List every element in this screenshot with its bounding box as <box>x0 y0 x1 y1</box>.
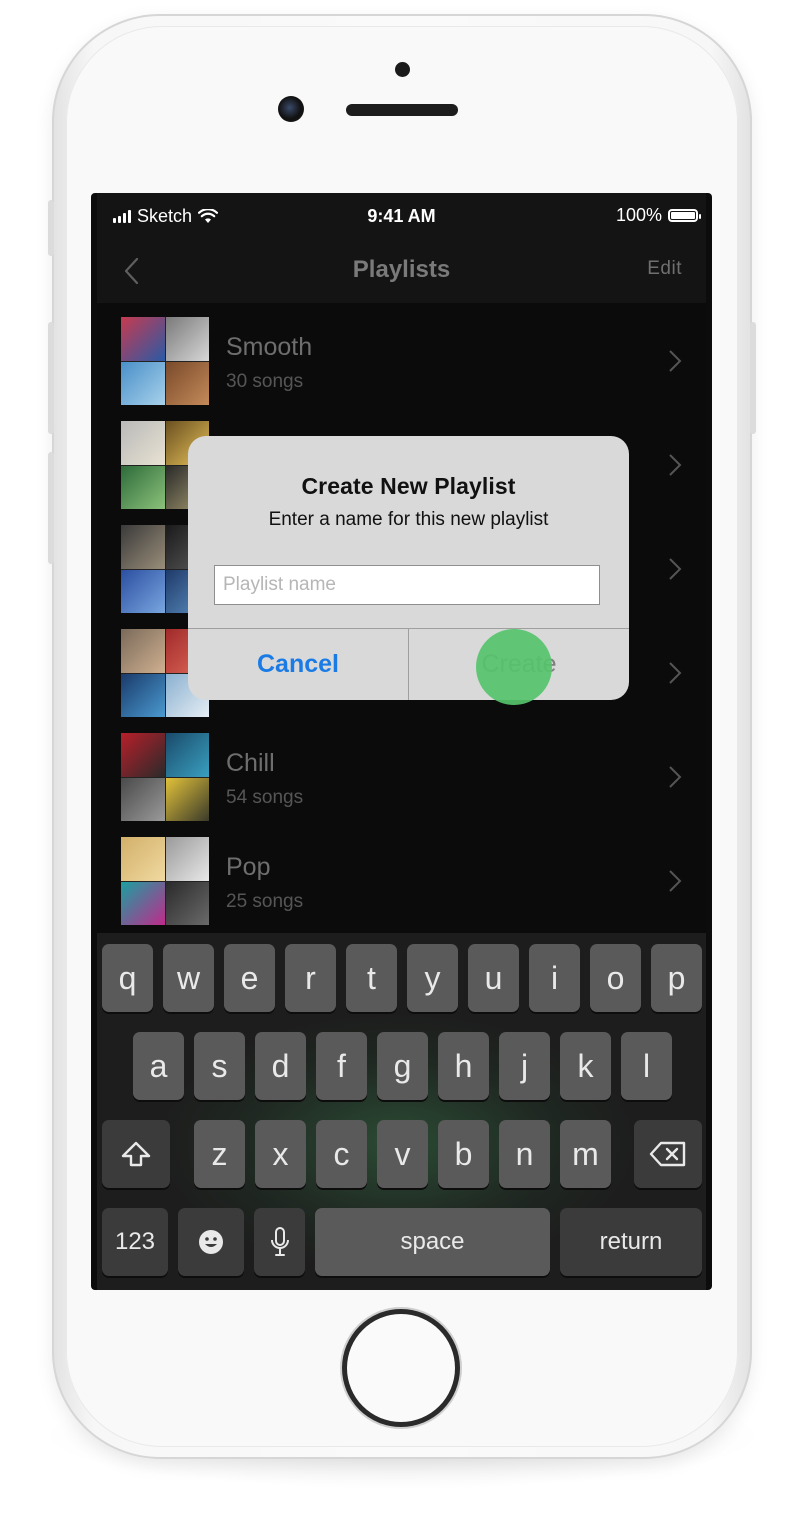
shift-key[interactable] <box>102 1120 170 1188</box>
key-x[interactable]: x <box>255 1120 306 1188</box>
playlist-song-count: 25 songs <box>226 891 304 912</box>
playlist-title: Pop <box>226 853 271 881</box>
page-title: Playlists <box>352 256 451 283</box>
chevron-right-icon <box>669 766 682 788</box>
edit-button[interactable]: Edit <box>647 258 682 280</box>
playlist-row[interactable]: Pop 25 songs <box>97 823 706 927</box>
chevron-right-icon <box>669 662 682 684</box>
proximity-sensor <box>395 62 410 77</box>
emoji-icon <box>199 1230 223 1254</box>
status-bar: Sketch 9:41 AM 100% <box>97 193 706 239</box>
cancel-button[interactable]: Cancel <box>188 629 408 700</box>
key-k[interactable]: k <box>560 1032 611 1100</box>
dialog-message: Enter a name for this new playlist <box>268 509 549 530</box>
key-r[interactable]: r <box>285 944 336 1012</box>
battery-percent: 100% <box>615 205 662 225</box>
delete-key[interactable] <box>634 1120 702 1188</box>
chevron-right-icon <box>669 350 682 372</box>
key-i[interactable]: i <box>529 944 580 1012</box>
emoji-key[interactable] <box>178 1208 244 1276</box>
playlist-song-count: 30 songs <box>226 371 304 392</box>
key-o[interactable]: o <box>590 944 641 1012</box>
chevron-right-icon <box>669 870 682 892</box>
chevron-right-icon <box>669 454 682 476</box>
key-m[interactable]: m <box>560 1120 611 1188</box>
key-q[interactable]: q <box>102 944 153 1012</box>
delete-icon <box>649 1141 686 1167</box>
key-j[interactable]: j <box>499 1032 550 1100</box>
key-l[interactable]: l <box>621 1032 672 1100</box>
power-button <box>750 322 756 434</box>
key-c[interactable]: c <box>316 1120 367 1188</box>
chevron-right-icon <box>669 558 682 580</box>
battery-icon <box>668 209 701 222</box>
key-e[interactable]: e <box>224 944 275 1012</box>
microphone-icon <box>270 1227 289 1256</box>
key-y[interactable]: y <box>407 944 458 1012</box>
playlist-title: Smooth <box>226 333 313 361</box>
navigation-bar: Playlists Edit <box>97 239 706 303</box>
key-t[interactable]: t <box>346 944 397 1012</box>
playlist-row[interactable]: Chill 54 songs <box>97 719 706 823</box>
album-art-grid <box>121 837 209 925</box>
status-right: 100% <box>615 205 701 226</box>
album-art-grid <box>121 317 209 405</box>
front-camera <box>278 96 304 122</box>
home-button[interactable] <box>347 1314 455 1422</box>
key-u[interactable]: u <box>468 944 519 1012</box>
key-a[interactable]: a <box>133 1032 184 1100</box>
album-art-grid <box>121 733 209 821</box>
playlist-title: Chill <box>226 749 275 777</box>
microphone-key[interactable] <box>254 1208 305 1276</box>
key-f[interactable]: f <box>316 1032 367 1100</box>
app-view: Sketch 9:41 AM 100% Playlists Edit Smoot… <box>97 193 706 1290</box>
key-s[interactable]: s <box>194 1032 245 1100</box>
shift-icon <box>121 1141 151 1167</box>
volume-down-button <box>48 452 54 564</box>
create-playlist-dialog: Create New Playlist Enter a name for thi… <box>188 436 629 700</box>
key-b[interactable]: b <box>438 1120 489 1188</box>
keyboard: q w e r t y u i o p a s d f g h j k l z … <box>97 933 706 1290</box>
playlist-song-count: 54 songs <box>226 787 304 808</box>
key-g[interactable]: g <box>377 1032 428 1100</box>
numbers-key[interactable]: 123 <box>102 1208 168 1276</box>
key-d[interactable]: d <box>255 1032 306 1100</box>
key-v[interactable]: v <box>377 1120 428 1188</box>
playlist-row[interactable]: Smooth 30 songs <box>97 303 706 407</box>
key-h[interactable]: h <box>438 1032 489 1100</box>
dialog-title: Create New Playlist <box>301 473 516 499</box>
screen: Sketch 9:41 AM 100% Playlists Edit Smoot… <box>91 193 712 1290</box>
return-key[interactable]: return <box>560 1208 702 1276</box>
volume-up-button <box>48 322 54 434</box>
earpiece-speaker <box>346 104 458 116</box>
playlist-name-input[interactable] <box>214 565 600 605</box>
status-time: 9:41 AM <box>367 206 436 226</box>
create-button[interactable]: Create <box>409 629 629 700</box>
key-z[interactable]: z <box>194 1120 245 1188</box>
mute-switch <box>48 200 54 256</box>
key-p[interactable]: p <box>651 944 702 1012</box>
key-w[interactable]: w <box>163 944 214 1012</box>
key-n[interactable]: n <box>499 1120 550 1188</box>
space-key[interactable]: space <box>315 1208 550 1276</box>
